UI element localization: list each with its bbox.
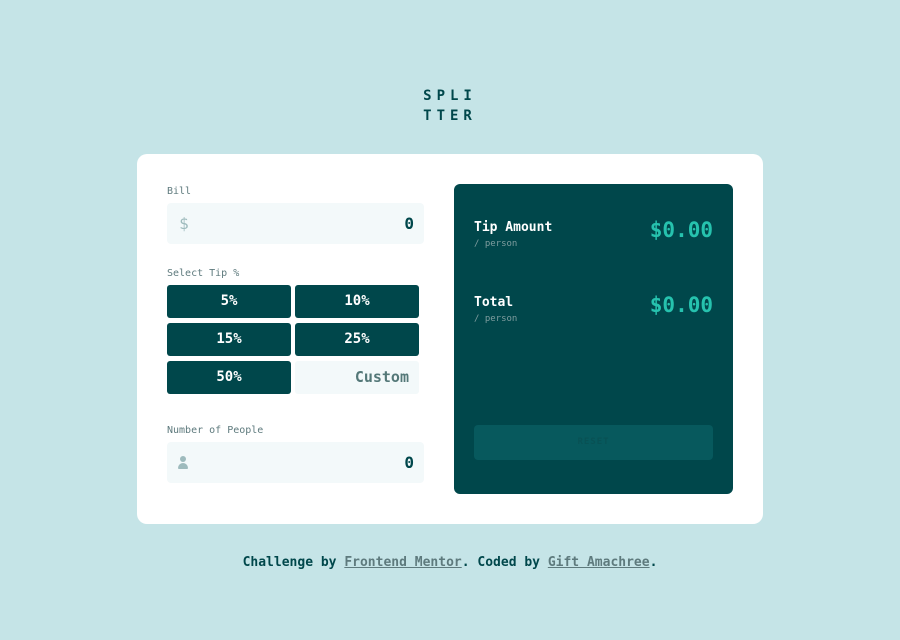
calculator-card: Bill $ 0 Select Tip % 5% 10% 15% 25% 50%… — [137, 154, 763, 524]
bill-input[interactable]: $ 0 — [167, 203, 424, 244]
bill-label: Bill — [167, 186, 192, 197]
tip-button-10[interactable]: 10% — [295, 285, 419, 318]
frontend-mentor-link[interactable]: Frontend Mentor — [344, 555, 461, 570]
total-value: $0.00 — [649, 293, 713, 317]
people-label: Number of People — [167, 425, 264, 436]
people-value: 0 — [404, 453, 414, 472]
results-panel: Tip Amount / person $0.00 Total / person… — [454, 184, 733, 494]
tip-amount-value: $0.00 — [649, 218, 713, 242]
tip-custom-input[interactable]: Custom — [295, 361, 419, 394]
app-logo: SPLI TTER — [420, 86, 480, 126]
author-link[interactable]: Gift Amachree — [548, 555, 650, 570]
tip-amount-sub: / person — [474, 239, 518, 249]
tip-button-5[interactable]: 5% — [167, 285, 291, 318]
people-input[interactable]: 0 — [167, 442, 424, 483]
footer-middle: . Coded by — [461, 555, 548, 570]
footer-prefix: Challenge by — [242, 555, 345, 570]
bill-value: 0 — [404, 214, 414, 233]
person-icon — [178, 456, 188, 469]
reset-button[interactable]: RESET — [474, 425, 713, 460]
logo-line-1: SPLI — [423, 88, 477, 104]
total-label: Total — [474, 295, 514, 310]
footer-attribution: Challenge by Frontend Mentor. Coded by G… — [0, 555, 900, 570]
tip-button-25[interactable]: 25% — [295, 323, 419, 356]
tip-amount-label: Tip Amount — [474, 220, 553, 235]
logo-line-2: TTER — [423, 108, 477, 124]
tip-button-15[interactable]: 15% — [167, 323, 291, 356]
dollar-icon: $ — [179, 214, 189, 233]
total-sub: / person — [474, 314, 518, 324]
tip-label: Select Tip % — [167, 268, 240, 279]
footer-suffix: . — [649, 555, 658, 570]
tip-button-50[interactable]: 50% — [167, 361, 291, 394]
